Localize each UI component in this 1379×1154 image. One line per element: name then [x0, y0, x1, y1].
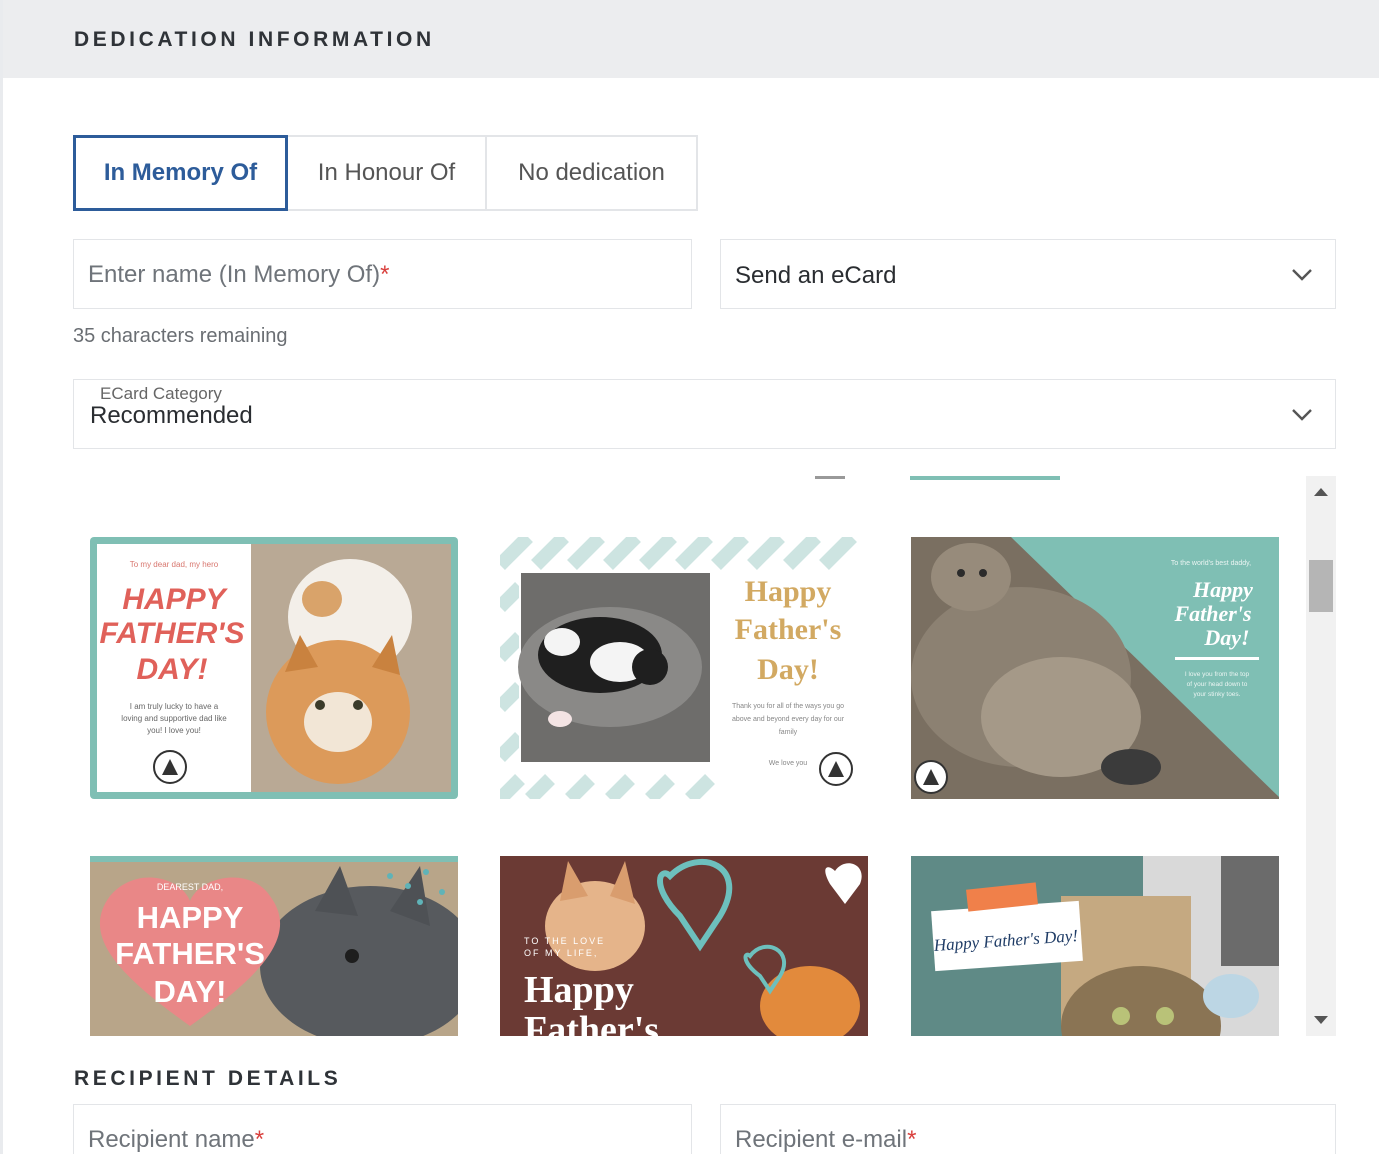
chevron-down-icon [1292, 409, 1312, 421]
card-line: Happy [1192, 577, 1253, 602]
ecard-option-5[interactable]: TO THE LOVE OF MY LIFE, Happy Father's [500, 856, 868, 1036]
card-line: To the world's best daddy, [1171, 560, 1251, 567]
dedication-name-input[interactable]: Enter name (In Memory Of)* [73, 239, 692, 309]
card-line: you! I love you! [147, 726, 201, 735]
card-line: DAY! [136, 653, 207, 686]
card-line: HAPPY [122, 583, 228, 616]
card-line: I am truly lucky to have a [130, 702, 219, 711]
recipient-email-placeholder: Recipient e-mail* [735, 1126, 917, 1153]
chevron-down-icon [1292, 269, 1312, 281]
card-line: Thank you for all of the ways you go [732, 703, 844, 710]
card-line: Father's [735, 613, 842, 646]
ecard-option-4[interactable]: DEAREST DAD, HAPPY FATHER'S DAY! [90, 856, 458, 1036]
donation-form-page: DEDICATION INFORMATION In Memory Of In H… [0, 0, 1379, 1154]
ecard-image: Happy Father's Day! [911, 856, 1279, 1036]
ecard-option-6[interactable]: Happy Father's Day! [911, 856, 1279, 1036]
recipient-section-title: RECIPIENT DETAILS [74, 1067, 342, 1090]
dedication-section-header: DEDICATION INFORMATION [3, 0, 1379, 78]
partial-ecard-row [815, 476, 1060, 480]
recipient-name-placeholder: Recipient name* [88, 1126, 265, 1153]
card-line: OF MY LIFE, [524, 948, 598, 958]
card-line: above and beyond every day for our [732, 716, 845, 723]
ecard-image: TO THE LOVE OF MY LIFE, Happy Father's [500, 856, 868, 1036]
card-line: I love you from the top [1185, 671, 1250, 678]
card-line: loving and supportive dad like [121, 714, 227, 723]
card-line: HAPPY [137, 900, 244, 935]
ecard-image: To my dear dad, my hero HAPPY FATHER'S D… [90, 537, 458, 799]
gallery-scrollbar[interactable] [1306, 476, 1336, 1036]
ecard-image: Happy Father's Day! Thank you for all of… [500, 537, 868, 799]
tab-in-honour-of[interactable]: In Honour Of [288, 135, 487, 211]
card-line: Father's [524, 1009, 659, 1036]
card-line: FATHER'S [115, 936, 265, 971]
card-line: family [779, 729, 798, 736]
ecard-option-2[interactable]: Happy Father's Day! Thank you for all of… [500, 537, 868, 799]
tab-no-dedication[interactable]: No dedication [487, 135, 698, 211]
ecard-option-3[interactable]: To the world's best daddy, Happy Father'… [911, 537, 1279, 799]
ecard-option-1[interactable]: To my dear dad, my hero HAPPY FATHER'S D… [90, 537, 458, 799]
ecard-category-value: Recommended [90, 402, 253, 429]
scroll-down-arrow-icon[interactable] [1314, 1016, 1328, 1024]
card-line: To my dear dad, my hero [130, 560, 219, 569]
ecard-category-select[interactable]: ECard Category Recommended [73, 379, 1336, 449]
scrollbar-thumb[interactable] [1309, 560, 1333, 612]
card-line: FATHER'S [100, 617, 245, 650]
recipient-name-input[interactable]: Recipient name* [73, 1104, 692, 1154]
ecard-gallery[interactable]: To my dear dad, my hero HAPPY FATHER'S D… [73, 476, 1336, 1036]
card-line: your stinky toes. [1194, 691, 1241, 698]
card-line: DEAREST DAD, [157, 882, 223, 892]
card-line: Day! [757, 653, 819, 686]
scroll-up-arrow-icon[interactable] [1314, 488, 1328, 496]
tab-in-memory-of[interactable]: In Memory Of [73, 135, 288, 211]
card-line: TO THE LOVE [524, 936, 605, 946]
send-option-select[interactable]: Send an eCard [720, 239, 1336, 309]
dedication-name-placeholder: Enter name (In Memory Of)* [88, 261, 390, 288]
ecard-image: To the world's best daddy, Happy Father'… [911, 537, 1279, 799]
recipient-email-input[interactable]: Recipient e-mail* [720, 1104, 1336, 1154]
card-line: Father's [1173, 601, 1251, 626]
ecard-category-label: ECard Category [100, 384, 222, 403]
card-line: Happy [524, 969, 634, 1011]
card-line: We love you [769, 760, 807, 767]
ecard-image: DEAREST DAD, HAPPY FATHER'S DAY! [90, 856, 458, 1036]
card-line: Day! [1203, 625, 1249, 650]
card-line: Happy [745, 575, 832, 608]
card-line: DAY! [154, 974, 227, 1009]
send-option-value: Send an eCard [735, 262, 897, 289]
dedication-section-title: DEDICATION INFORMATION [74, 28, 435, 51]
card-line: of your head down to [1187, 681, 1248, 688]
characters-remaining: 35 characters remaining [73, 325, 288, 347]
dedication-type-tabs: In Memory Of In Honour Of No dedication [73, 135, 698, 211]
